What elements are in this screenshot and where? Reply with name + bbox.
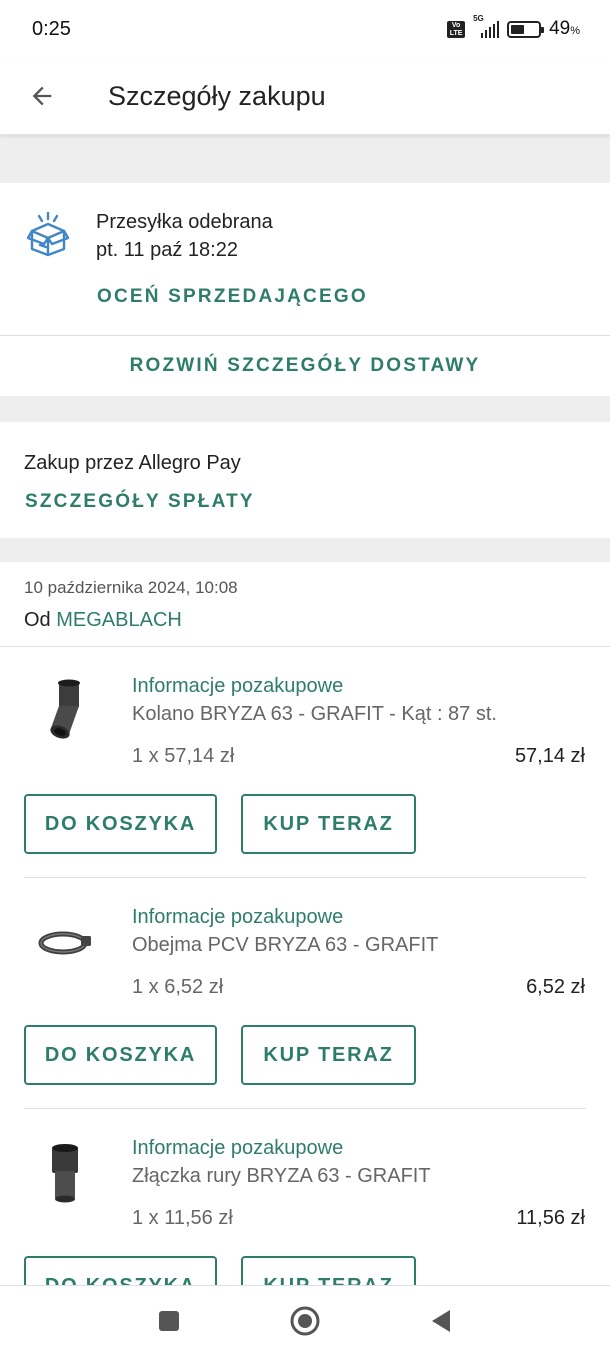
section-gap	[0, 135, 610, 183]
delivery-section: Przesyłka odebrana pt. 11 paź 18:22 OCEŃ…	[0, 183, 610, 335]
app-bar: Szczegóły zakupu	[0, 58, 610, 135]
order-item: Informacje pozakupowe Obejma PCV BRYZA 6…	[0, 878, 610, 1109]
elbow-pipe-image	[50, 679, 80, 739]
order-header: 10 października 2024, 10:08 Od MEGABLACH	[0, 562, 610, 646]
payment-section: Zakup przez Allegro Pay SZCZEGÓŁY SPŁATY	[0, 422, 610, 538]
buy-now-button[interactable]: KUP TERAZ	[241, 1256, 416, 1285]
payment-method-label: Zakup przez Allegro Pay	[24, 452, 241, 474]
delivery-date: pt. 11 paź 18:22	[96, 239, 238, 261]
back-nav-button[interactable]	[421, 1301, 461, 1341]
status-bar: 0:25 Vo LTE 5G 49%	[0, 0, 610, 58]
expand-delivery-details-label: ROZWIŃ SZCZEGÓŁY DOSTAWY	[129, 355, 481, 376]
recent-apps-button[interactable]	[149, 1301, 189, 1341]
pipe-clamp-image	[38, 931, 91, 955]
quantity-price: 1 x 6,52 zł	[132, 976, 224, 998]
status-time: 0:25	[32, 17, 71, 40]
triangle-back-icon	[432, 1310, 450, 1332]
seller-name-link[interactable]: MEGABLACH	[56, 609, 182, 631]
post-purchase-info-link[interactable]: Informacje pozakupowe	[132, 906, 343, 929]
add-to-cart-button[interactable]: DO KOSZYKA	[24, 794, 217, 854]
quantity-price: 1 x 57,14 zł	[132, 745, 235, 767]
post-purchase-info-link[interactable]: Informacje pozakupowe	[132, 675, 343, 698]
buy-now-button[interactable]: KUP TERAZ	[241, 794, 416, 854]
section-gap	[0, 538, 610, 562]
arrow-left-icon	[32, 86, 52, 106]
volte-icon: Vo LTE	[447, 20, 466, 38]
order-item: Informacje pozakupowe Złączka rury BRYZA…	[0, 1109, 610, 1285]
product-name[interactable]: Obejma PCV BRYZA 63 - GRAFIT	[132, 934, 438, 957]
seller-info: Od MEGABLACH	[24, 609, 182, 632]
section-gap	[0, 396, 610, 422]
buy-now-button[interactable]: KUP TERAZ	[241, 1025, 416, 1085]
circle-icon	[290, 1306, 320, 1336]
quantity-price: 1 x 11,56 zł	[132, 1207, 233, 1229]
order-date: 10 października 2024, 10:08	[24, 578, 238, 597]
payment-details-link[interactable]: SZCZEGÓŁY SPŁATY	[25, 491, 255, 513]
product-thumbnail[interactable]	[30, 908, 100, 978]
rate-seller-link[interactable]: OCEŃ SPRZEDAJĄCEGO	[97, 286, 368, 308]
square-icon	[159, 1311, 179, 1331]
status-icons: Vo LTE 5G 49%	[447, 14, 580, 40]
network-type-label: 5G	[473, 14, 484, 23]
product-thumbnail[interactable]	[30, 1139, 100, 1209]
home-button[interactable]	[285, 1301, 325, 1341]
page-title: Szczegóły zakupu	[108, 80, 326, 111]
battery-icon	[507, 20, 545, 38]
item-total: 57,14 zł	[514, 745, 585, 767]
signal-icon: 5G	[473, 14, 500, 38]
seller-prefix: Od	[24, 609, 51, 631]
product-thumbnail[interactable]	[30, 677, 100, 747]
purchase-details-content[interactable]: Przesyłka odebrana pt. 11 paź 18:22 OCEŃ…	[0, 135, 610, 1285]
battery-percentage: 49%	[549, 18, 580, 39]
back-button[interactable]	[0, 58, 84, 135]
order-item: Informacje pozakupowe Kolano BRYZA 63 - …	[0, 647, 610, 878]
item-total: 11,56 zł	[516, 1207, 585, 1229]
add-to-cart-button[interactable]: DO KOSZYKA	[24, 1256, 217, 1285]
expand-delivery-details-link[interactable]: ROZWIŃ SZCZEGÓŁY DOSTAWY	[0, 336, 610, 396]
item-total: 6,52 zł	[526, 976, 585, 998]
product-name[interactable]: Złączka rury BRYZA 63 - GRAFIT	[132, 1165, 431, 1188]
add-to-cart-button[interactable]: DO KOSZYKA	[24, 1025, 217, 1085]
system-navigation-bar	[0, 1285, 610, 1356]
product-name[interactable]: Kolano BRYZA 63 - GRAFIT - Kąt : 87 st.	[132, 703, 497, 726]
delivery-status: Przesyłka odebrana	[96, 211, 273, 233]
open-box-icon	[26, 211, 70, 257]
pipe-coupling-image	[52, 1144, 78, 1203]
post-purchase-info-link[interactable]: Informacje pozakupowe	[132, 1137, 343, 1160]
battery-level	[511, 24, 524, 34]
